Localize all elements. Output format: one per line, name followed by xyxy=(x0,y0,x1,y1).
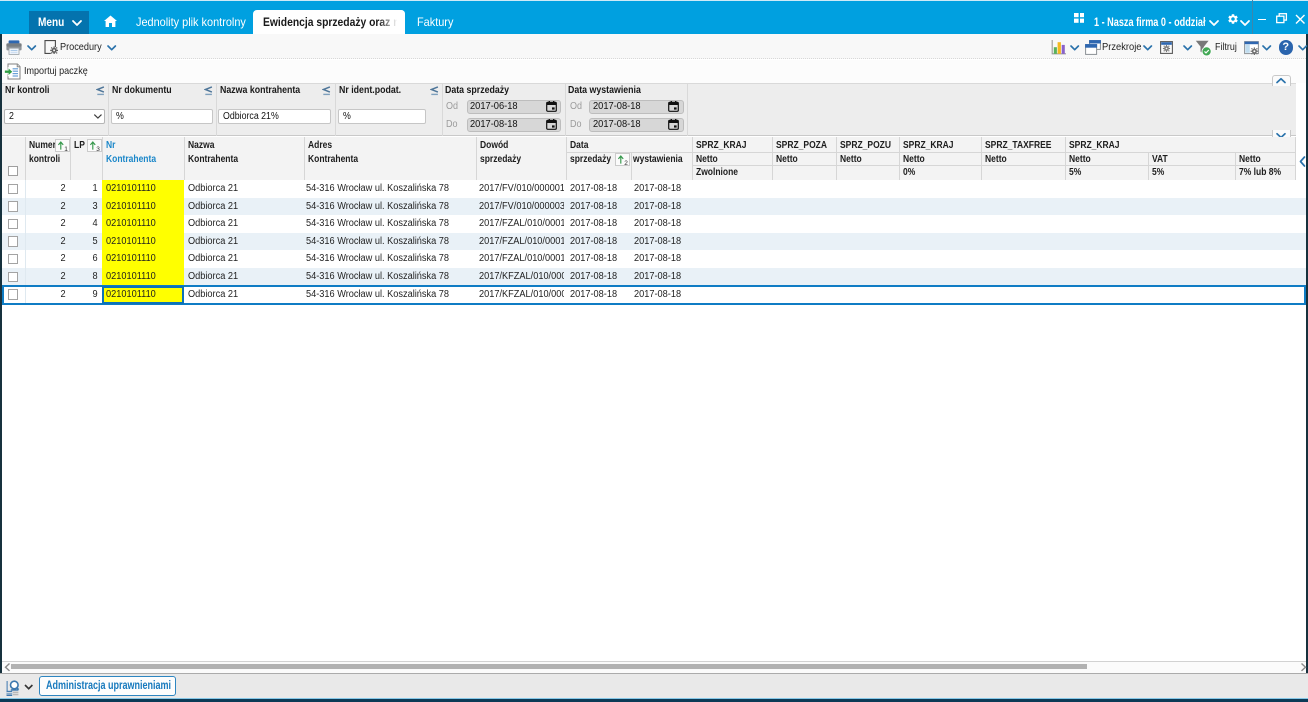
svg-text:3: 3 xyxy=(96,146,100,152)
svg-text:1: 1 xyxy=(64,146,68,152)
svg-text:2: 2 xyxy=(624,160,628,166)
